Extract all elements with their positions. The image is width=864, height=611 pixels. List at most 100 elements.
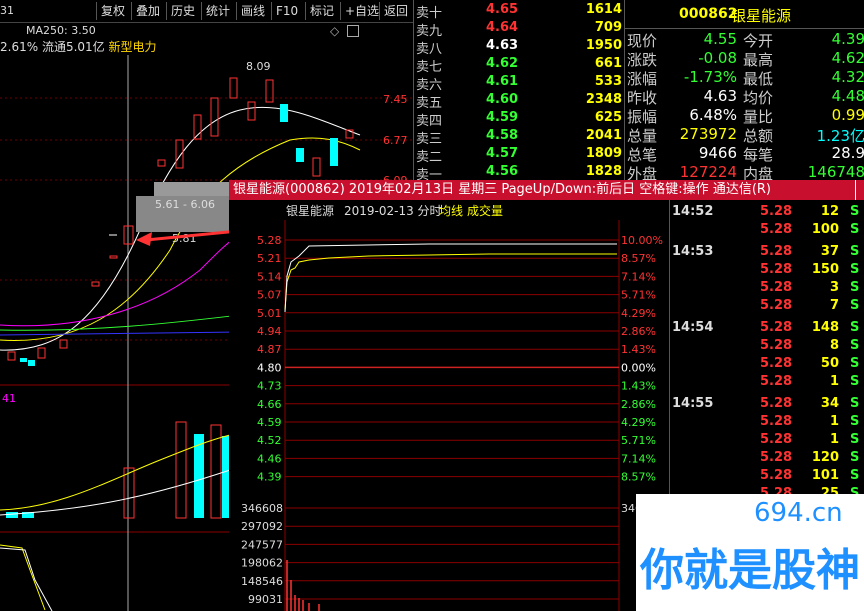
price-tick-label: 4.73 bbox=[257, 380, 282, 393]
toolbar-fuquan-button[interactable]: 复权 bbox=[96, 2, 129, 20]
tick-price: 5.28 bbox=[760, 280, 793, 295]
pct-tick-label: 2.86% bbox=[621, 325, 656, 338]
stock-code: 000862 bbox=[679, 6, 738, 22]
tick-time: 14:54 bbox=[672, 320, 714, 335]
ask-row-1: 卖一 4.56 1828 bbox=[416, 164, 622, 183]
tick-price: 5.28 bbox=[760, 222, 793, 237]
price-label-2: 6.77 bbox=[383, 134, 408, 147]
tick-volume: 101 bbox=[811, 468, 839, 483]
tick-price: 5.28 bbox=[760, 450, 793, 465]
tick-row: 14:55 5.28 34 S bbox=[670, 396, 864, 414]
toolbar-overlay-button[interactable]: 叠加 bbox=[131, 2, 164, 20]
toolbar-history-button[interactable]: 历史 bbox=[166, 2, 199, 20]
volume-label[interactable]: 成交量 bbox=[467, 203, 503, 218]
quote-value: 127224 bbox=[679, 163, 737, 181]
order-book: 卖十 4.65 1614 卖九 4.64 709 卖八 4.63 1950 卖七… bbox=[413, 0, 624, 183]
price-tick-label: 4.66 bbox=[257, 398, 282, 411]
tick-volume: 3 bbox=[829, 280, 839, 295]
popup-title: 银星能源(000862) 2019年02月13日 星期三 PageUp/Down… bbox=[233, 182, 771, 197]
quote-label: 涨跌 bbox=[627, 51, 658, 69]
toolbar-mark-button[interactable]: 标记 bbox=[305, 2, 338, 20]
window-toggle-icon[interactable] bbox=[347, 25, 359, 37]
volume-indicator: 41 bbox=[2, 392, 16, 405]
tick-row: 5.28 7 S bbox=[670, 298, 864, 316]
toolbar-f10-button[interactable]: F10 bbox=[271, 2, 302, 20]
watermark-slogan: 你就是股神 bbox=[640, 545, 860, 596]
pct-tick-label: 5.71% bbox=[621, 289, 656, 302]
pct-tick-label: 5.71% bbox=[621, 434, 656, 447]
popup-title-bar[interactable]: 银星能源(000862) 2019年02月13日 星期三 PageUp/Down… bbox=[229, 180, 864, 200]
toolbar-stats-button[interactable]: 统计 bbox=[201, 2, 234, 20]
quote-value: 4.55 bbox=[703, 30, 737, 48]
pct-tick-label: 10.00% bbox=[621, 234, 663, 247]
watermark-logo: 694.cn 你就是股神 bbox=[636, 494, 864, 611]
quote-label: 昨收 bbox=[627, 89, 658, 107]
quote-label: 涨幅 bbox=[627, 70, 658, 88]
quote-label: 总笔 bbox=[627, 146, 658, 164]
tick-row: 5.28 101 S bbox=[670, 468, 864, 486]
quote-row: 涨跌 -0.08 最高 4.62 bbox=[625, 49, 864, 69]
tick-time: 14:53 bbox=[672, 244, 714, 259]
stock-name: 银星能源 bbox=[731, 7, 792, 25]
ask-row-4: 卖四 4.59 625 bbox=[416, 110, 622, 129]
tick-side: S bbox=[850, 244, 860, 259]
pct-tick-label: 1.43% bbox=[621, 343, 656, 356]
quote-row: 现价 4.55 今开 4.39 bbox=[625, 30, 864, 50]
avg-line-label[interactable]: 均线 bbox=[439, 204, 463, 218]
tick-volume: 120 bbox=[811, 450, 839, 465]
quote-value: 4.32 bbox=[831, 68, 864, 86]
price-tick-label: 4.52 bbox=[257, 434, 282, 447]
tick-price: 5.28 bbox=[760, 338, 793, 353]
ask-row-2: 卖二 4.57 1809 bbox=[416, 146, 622, 165]
volume-tick-label: 247577 bbox=[241, 538, 283, 551]
pct-tick-label: 4.29% bbox=[621, 416, 656, 429]
quote-value: 4.48 bbox=[831, 87, 864, 105]
tick-row: 5.28 8 S bbox=[670, 338, 864, 356]
price-tick-label: 4.80 bbox=[257, 361, 282, 374]
price-tick-label: 4.94 bbox=[257, 325, 282, 338]
ask-row-6: 卖六 4.61 533 bbox=[416, 74, 622, 93]
tick-price: 5.28 bbox=[760, 262, 793, 277]
price-tick-label: 5.01 bbox=[257, 307, 282, 320]
tick-price: 5.28 bbox=[760, 432, 793, 447]
ask-row-7: 卖七 4.62 661 bbox=[416, 56, 622, 75]
toolbar: 31 复权 叠加 历史 统计 画线 F10 标记 +自选 返回 bbox=[0, 0, 413, 23]
close-icon[interactable] bbox=[855, 180, 864, 200]
volume-tick-label: 148546 bbox=[241, 575, 283, 588]
tick-price: 5.28 bbox=[760, 244, 793, 259]
intraday-chart[interactable]: 5.28 10.00% 5.21 8.57% 5.14 7.14% 5.07 5.71% 5.0… bbox=[229, 200, 669, 611]
toolbar-add-watchlist-button[interactable]: +自选 bbox=[340, 2, 383, 20]
quote-value: 0.99 bbox=[831, 106, 864, 124]
tick-volume: 1 bbox=[829, 432, 839, 447]
quote-row: 总笔 9466 每笔 28.9 bbox=[625, 144, 864, 164]
tick-price: 5.28 bbox=[760, 298, 793, 313]
quote-value: 9466 bbox=[698, 144, 737, 162]
tick-volume: 150 bbox=[811, 262, 839, 277]
ask-row-9: 卖九 4.64 709 bbox=[416, 20, 622, 39]
toolbar-draw-button[interactable]: 画线 bbox=[236, 2, 269, 20]
ask-row-10: 卖十 4.65 1614 bbox=[416, 2, 622, 21]
quote-header: 000862 银星能源 bbox=[625, 0, 864, 29]
tick-price: 5.28 bbox=[760, 396, 793, 411]
tick-row: 5.28 50 S bbox=[670, 356, 864, 374]
quote-label: 现价 bbox=[627, 32, 658, 50]
tick-side: S bbox=[850, 262, 860, 277]
quote-value: 6.48% bbox=[689, 106, 737, 124]
quote-label: 最高 bbox=[743, 51, 774, 69]
quote-label: 今开 bbox=[743, 32, 774, 50]
tick-row: 5.28 1 S bbox=[670, 374, 864, 392]
quote-panel: 000862 银星能源 现价 4.55 今开 4.39 涨跌 -0.08 最高 4.62 涨幅 -… bbox=[624, 0, 864, 183]
diamond-icon[interactable]: ◇ bbox=[330, 24, 339, 38]
watermark-site: 694.cn bbox=[754, 498, 843, 528]
tick-volume: 148 bbox=[811, 320, 839, 335]
tick-row: 5.28 1 S bbox=[670, 414, 864, 432]
quote-label: 振幅 bbox=[627, 108, 658, 126]
quote-label: 均价 bbox=[743, 89, 774, 107]
pct-tick-label: 8.57% bbox=[621, 471, 656, 484]
price-tick-label: 4.46 bbox=[257, 452, 282, 465]
tick-side: S bbox=[850, 374, 860, 389]
tick-volume: 34 bbox=[820, 396, 839, 411]
toolbar-back-button[interactable]: 返回 bbox=[379, 2, 412, 20]
pct-tick-label: 4.29% bbox=[621, 307, 656, 320]
tick-row: 14:54 5.28 148 S bbox=[670, 320, 864, 338]
